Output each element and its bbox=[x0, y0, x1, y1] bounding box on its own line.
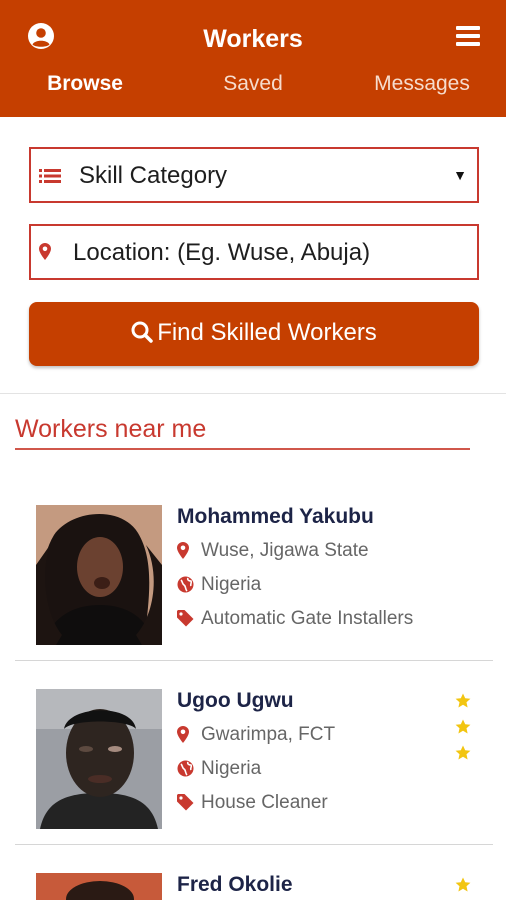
list-icon bbox=[39, 169, 61, 183]
worker-card[interactable]: Mohammed Yakubu Wuse, Jigawa State Niger… bbox=[15, 490, 493, 661]
worker-card[interactable]: Ugoo Ugwu Gwarimpa, FCT Nigeria House Cl… bbox=[15, 674, 493, 845]
star-icon bbox=[455, 719, 471, 734]
rating-stars bbox=[455, 693, 471, 771]
star-icon bbox=[455, 745, 471, 760]
section-divider bbox=[0, 393, 506, 394]
card-divider bbox=[15, 660, 493, 661]
skill-category-select[interactable]: Skill Category ▼ bbox=[29, 147, 479, 203]
globe-icon bbox=[177, 760, 194, 777]
section-underline bbox=[15, 448, 470, 450]
star-icon bbox=[455, 693, 471, 708]
rating-stars bbox=[455, 877, 471, 900]
worker-name[interactable]: Fred Okolie bbox=[177, 873, 293, 897]
worker-name[interactable]: Ugoo Ugwu bbox=[177, 689, 294, 713]
app-bar: Workers Browse Saved Messages bbox=[0, 0, 506, 117]
globe-icon bbox=[177, 576, 194, 593]
tab-browse[interactable]: Browse bbox=[25, 72, 145, 96]
page-title: Workers bbox=[203, 25, 303, 53]
hamburger-menu-icon[interactable] bbox=[456, 25, 480, 47]
location-input[interactable]: Location: (Eg. Wuse, Abuja) bbox=[29, 224, 479, 280]
search-icon bbox=[131, 321, 153, 343]
tab-messages[interactable]: Messages bbox=[362, 72, 482, 96]
dropdown-caret-icon: ▼ bbox=[453, 167, 467, 183]
worker-card[interactable]: Fred Okolie bbox=[15, 858, 493, 900]
map-marker-icon bbox=[177, 726, 189, 743]
star-icon bbox=[455, 877, 471, 892]
skill-category-value: Skill Category bbox=[79, 162, 228, 189]
tag-icon bbox=[177, 794, 194, 811]
tab-saved[interactable]: Saved bbox=[193, 72, 313, 96]
map-marker-icon bbox=[39, 243, 51, 260]
worker-name[interactable]: Mohammed Yakubu bbox=[177, 505, 374, 529]
map-marker-icon bbox=[177, 542, 189, 559]
worker-photo bbox=[36, 505, 162, 645]
section-title: Workers near me bbox=[15, 415, 207, 443]
worker-photo bbox=[36, 873, 162, 900]
tag-icon bbox=[177, 610, 194, 627]
card-divider bbox=[15, 844, 493, 845]
location-placeholder: Location: (Eg. Wuse, Abuja) bbox=[73, 239, 371, 266]
tab-bar: Browse Saved Messages bbox=[0, 72, 506, 108]
worker-photo bbox=[36, 689, 162, 829]
find-button-label: Find Skilled Workers bbox=[157, 319, 377, 346]
find-skilled-workers-button[interactable]: Find Skilled Workers bbox=[29, 302, 479, 366]
